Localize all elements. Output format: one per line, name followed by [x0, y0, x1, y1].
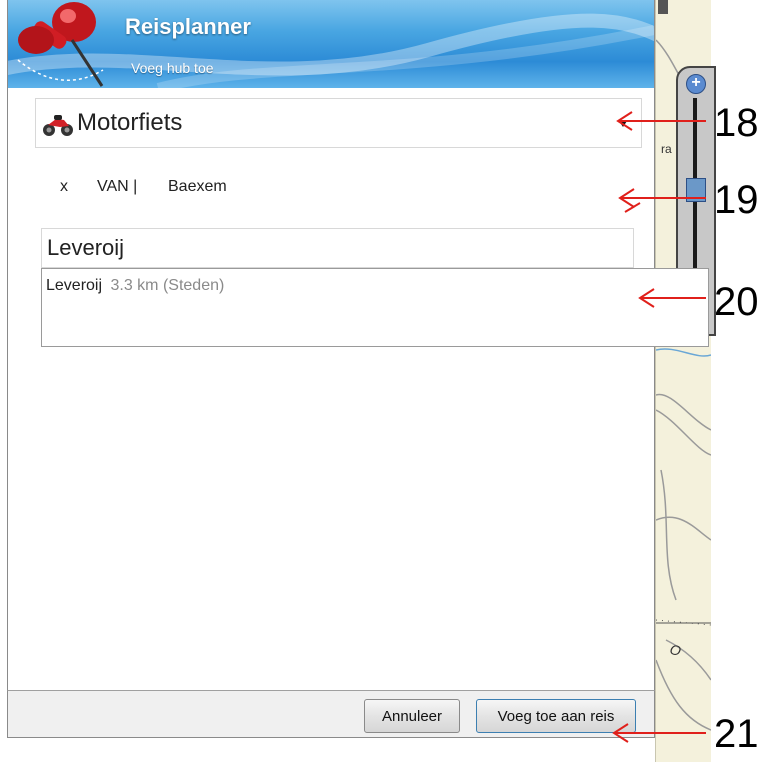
annotation-arrows — [612, 111, 706, 743]
annotation-arrow-19 — [618, 188, 706, 208]
annotation-arrow-18 — [616, 111, 706, 131]
callout-21: 21 — [714, 712, 759, 756]
callout-19: 19 — [714, 178, 759, 222]
callout-20: 20 — [714, 280, 759, 324]
annotation-arrow-19b — [624, 202, 641, 213]
annotation-arrow-20 — [638, 288, 706, 308]
annotation-arrow-21 — [612, 723, 706, 743]
callout-18: 18 — [714, 101, 759, 145]
